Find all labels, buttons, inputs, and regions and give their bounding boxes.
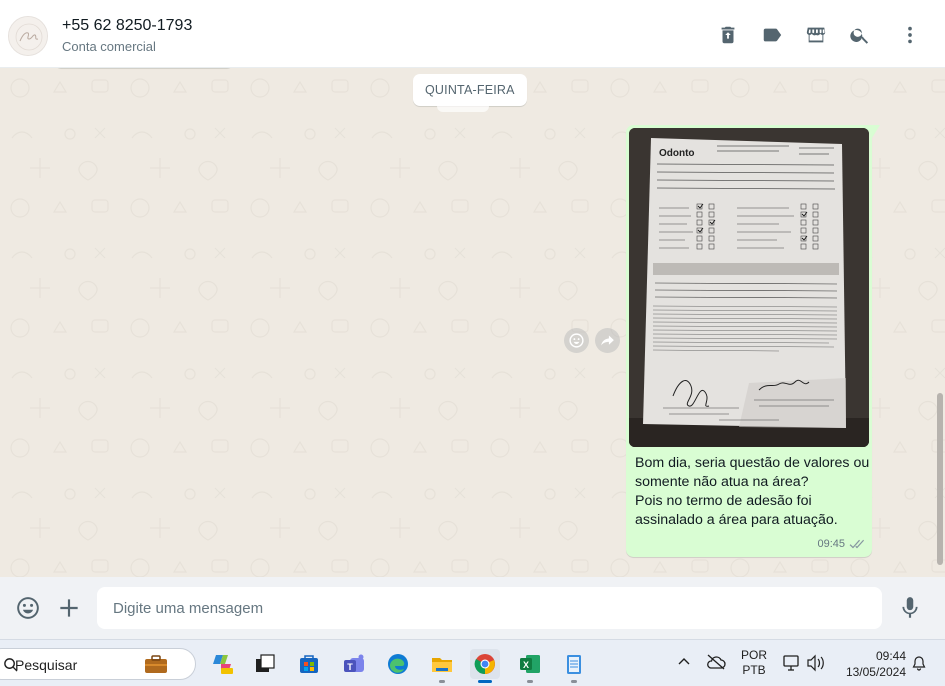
microsoft-store-icon xyxy=(300,655,318,673)
forward-button[interactable] xyxy=(595,328,620,353)
contact-avatar[interactable] xyxy=(8,16,48,56)
attach-button[interactable] xyxy=(56,595,82,621)
taskbar-file-explorer[interactable] xyxy=(427,649,457,683)
bell-icon xyxy=(912,656,926,671)
copilot-icon xyxy=(213,655,233,674)
label-icon xyxy=(763,28,782,42)
taskbar-excel[interactable]: X xyxy=(515,649,545,683)
network-volume-icon xyxy=(783,654,824,672)
taskbar-task-view[interactable] xyxy=(250,649,280,679)
chat-menu-button[interactable] xyxy=(897,22,923,48)
plus-icon xyxy=(60,599,78,617)
label-chat-button[interactable] xyxy=(759,22,785,48)
show-hidden-icons-button[interactable] xyxy=(677,655,691,674)
business-catalog-button[interactable] xyxy=(803,22,829,48)
svg-text:Odonto: Odonto xyxy=(659,148,695,159)
message-composer xyxy=(0,577,945,639)
teams-icon: T xyxy=(344,654,364,672)
taskbar-copilot[interactable] xyxy=(207,649,237,679)
emoji-react-icon xyxy=(569,333,584,348)
search-icon xyxy=(850,28,869,44)
search-highlight-briefcase-icon xyxy=(145,655,167,673)
taskbar-search-label: Pesquisar xyxy=(15,657,78,673)
notifications-button[interactable] xyxy=(911,655,927,676)
tray-cloud-status[interactable] xyxy=(705,653,727,676)
folder-icon xyxy=(432,658,452,672)
edge-icon xyxy=(388,654,408,674)
emoji-button[interactable] xyxy=(15,595,41,621)
taskbar-teams[interactable]: T xyxy=(339,649,369,679)
windows-taskbar: Pesquisar T X POR PTB 09:44 13/05/2024 xyxy=(0,639,945,686)
outgoing-message-bubble[interactable]: Odonto Bom dia, seria questão de valores… xyxy=(626,125,880,557)
date-separator-shadow xyxy=(437,106,489,112)
taskbar-clock-time[interactable]: 09:44 xyxy=(840,649,906,663)
date-separator: QUINTA-FEIRA xyxy=(413,74,527,106)
business-store-icon xyxy=(806,27,826,43)
chat-header: +55 62 8250-1793 Conta comercial xyxy=(0,0,945,68)
taskbar-edge[interactable] xyxy=(383,649,413,679)
keyboard-layout: PTB xyxy=(742,663,766,677)
input-language-indicator[interactable]: POR PTB xyxy=(738,648,770,678)
react-button[interactable] xyxy=(564,328,589,353)
contact-name[interactable]: +55 62 8250-1793 xyxy=(62,17,192,35)
message-time: 09:45 xyxy=(817,538,845,550)
language-code: POR xyxy=(740,648,767,662)
svg-text:X: X xyxy=(523,660,529,670)
delete-chat-button[interactable] xyxy=(715,22,741,48)
bubble-tail xyxy=(872,125,880,138)
contact-subtitle: Conta comercial xyxy=(62,39,156,54)
message-text: Bom dia, seria questão de valores ou som… xyxy=(635,455,870,528)
message-input[interactable] xyxy=(97,587,882,629)
microphone-icon xyxy=(902,597,918,618)
chevron-up-icon xyxy=(678,658,690,665)
chat-scrollbar-thumb[interactable] xyxy=(937,393,943,565)
forward-icon xyxy=(601,335,614,346)
menu-icon xyxy=(908,26,912,44)
message-meta: 09:45 xyxy=(817,538,864,550)
double-check-icon xyxy=(848,539,864,550)
taskbar-microsoft-store[interactable] xyxy=(294,649,324,679)
taskbar-clock-date[interactable]: 13/05/2024 xyxy=(836,665,906,679)
search-chat-button[interactable] xyxy=(847,22,873,48)
avatar-logo-icon xyxy=(9,17,47,55)
notepad-icon xyxy=(567,655,581,674)
voice-message-button[interactable] xyxy=(897,595,923,621)
message-photo[interactable]: Odonto xyxy=(629,128,869,447)
chrome-icon xyxy=(474,654,495,675)
taskbar-chrome[interactable] xyxy=(470,649,500,683)
emoji-icon xyxy=(17,597,39,619)
task-view-icon xyxy=(256,654,275,672)
excel-icon: X xyxy=(520,655,540,673)
document-photo-image: Odonto xyxy=(629,128,869,447)
cloud-offline-icon xyxy=(707,654,726,670)
tray-network-sound[interactable] xyxy=(782,653,828,678)
taskbar-search-box[interactable]: Pesquisar xyxy=(0,648,196,680)
chat-area[interactable]: QUINTA-FEIRA Odonto Bom dia, seria quest… xyxy=(0,68,945,577)
delete-icon xyxy=(721,26,735,44)
svg-text:T: T xyxy=(347,662,353,672)
taskbar-notepad[interactable] xyxy=(559,649,589,683)
